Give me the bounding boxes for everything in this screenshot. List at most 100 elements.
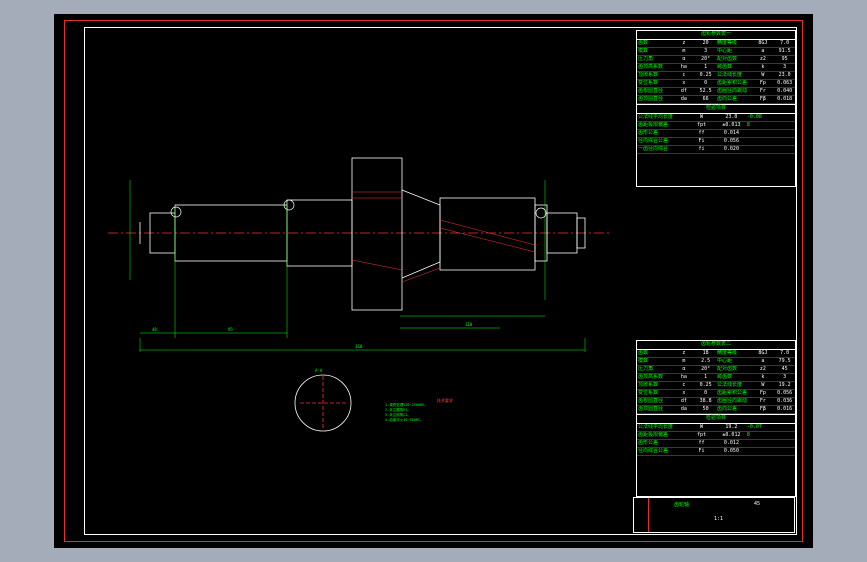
table-cell: 8GJ	[758, 40, 768, 46]
gear-table-1-subtitle: 检验项目	[637, 104, 795, 114]
overall-length-label: 360	[355, 344, 363, 349]
table-cell: 95	[781, 56, 788, 62]
table-cell: 0	[704, 80, 708, 86]
table-cell: 齿距极限偏差	[638, 432, 669, 438]
table-cell: 齿数	[638, 40, 649, 46]
table-cell: 齿距累积公差	[717, 80, 748, 86]
table-cell: 7.0	[780, 40, 790, 46]
table-cell: z2	[759, 56, 766, 62]
table-cell: 3	[704, 48, 708, 54]
table-row: 模数 m 2.5 中心距 a 79.5	[637, 358, 795, 366]
part-name: 齿轮轴	[674, 502, 690, 508]
table-cell: 模数	[638, 358, 649, 364]
gear-table-2-rows: 齿数 z 18 精度等级 8GJ 7.0 模数 m 2.5 中心距 a 79.5 压力角 α 20° 配对齿数…	[637, 350, 795, 414]
dimensions	[129, 180, 586, 352]
table-cell: 0.036	[777, 398, 793, 404]
gear-table-2: 齿轮参数表二 齿数 z 18 精度等级 8GJ 7.0 模数 m 2.5 中心距 a 79.5 压力角 α…	[636, 340, 796, 497]
table-cell: x	[682, 390, 686, 396]
table-cell: 公法线长度	[717, 382, 743, 388]
table-cell: 模数	[638, 48, 649, 54]
table-cell: 配对齿数	[717, 56, 738, 62]
material-value: 45	[754, 501, 761, 507]
table-cell	[746, 440, 795, 447]
table-cell: ±0.012	[722, 432, 741, 438]
table-cell: 38.8	[699, 398, 712, 404]
scale-value: 1:1	[714, 516, 724, 522]
table-cell: Fi	[698, 448, 705, 454]
table-row: 模数 m 3 中心距 a 91.5	[637, 48, 795, 56]
table-cell: W	[761, 382, 765, 388]
table-cell: 91.5	[778, 48, 791, 54]
table-row: 顶隙系数 c 0.25 公法线长度 W 19.2	[637, 382, 795, 390]
table-cell: 19.2	[725, 424, 738, 430]
table-row: 齿根圆直径 df 38.8 齿圈径向跳动 Fr 0.036	[637, 398, 795, 406]
table-cell: 压力角	[638, 366, 654, 372]
table-cell: Fi	[698, 138, 705, 144]
table-cell: c	[682, 382, 686, 388]
table-cell: 公法线长度	[717, 72, 743, 78]
seg1-label: 48	[152, 327, 157, 332]
table-cell: 3	[783, 374, 787, 380]
table-row: 齿距极限偏差 fpt ±0.013 8	[637, 122, 795, 130]
table-row: 压力角 α 20° 配对齿数 z2 45	[637, 366, 795, 374]
gear-table-1: 齿轮参数表一 齿数 z 20 精度等级 8GJ 7.0 模数 m 3 中心距 a 91.5 压力角 α 20…	[636, 30, 796, 187]
table-cell: Fr	[759, 398, 766, 404]
table-cell: 一齿径向综合	[638, 146, 669, 152]
table-cell: k	[761, 64, 765, 70]
table-cell: 45	[781, 366, 788, 372]
section-view	[294, 374, 352, 432]
gear-table-1-check-rows: 公法线平均长度 W 23.0 -0.08 齿距极限偏差 fpt ±0.013 8 齿形公差 ff 0…	[637, 114, 795, 154]
table-cell: W	[761, 72, 765, 78]
table-row: 齿顶高系数 ha 1 跨齿数 k 3	[637, 64, 795, 72]
table-row: 齿顶高系数 ha 1 跨齿数 k 3	[637, 374, 795, 382]
table-cell: 齿顶高系数	[638, 374, 664, 380]
table-cell: 79.5	[778, 358, 791, 364]
table-row: 齿形公差 ff 0.014	[637, 130, 795, 138]
table-cell: c	[682, 72, 686, 78]
table-cell: ff	[698, 440, 705, 446]
table-row: 一齿径向综合 fi 0.020	[637, 146, 795, 154]
table-cell: 20°	[701, 366, 711, 372]
table-cell: 20	[702, 40, 709, 46]
table-cell: 20°	[701, 56, 711, 62]
table-cell: 0	[704, 390, 708, 396]
gear-table-1-title: 齿轮参数表一	[637, 31, 795, 40]
table-cell: 齿数	[638, 350, 649, 356]
table-cell: α	[682, 366, 686, 372]
table-cell: 公法线平均长度	[638, 424, 674, 430]
table-row: 齿数 z 18 精度等级 8GJ 7.0	[637, 350, 795, 358]
table-cell: 23.0	[778, 72, 791, 78]
table-row: 径向综合公差 Fi 0.056	[637, 138, 795, 146]
table-cell: 50	[702, 406, 709, 412]
table-cell: 变位系数	[638, 80, 659, 86]
table-cell: 齿圈径向跳动	[717, 398, 748, 404]
table-cell: 1	[704, 374, 708, 380]
table-cell	[746, 138, 795, 145]
table-cell: 0.040	[777, 88, 793, 94]
detail-callouts	[170, 199, 547, 219]
table-cell: 齿距累积公差	[717, 390, 748, 396]
table-cell	[746, 448, 795, 455]
table-row: 齿形公差 ff 0.012	[637, 440, 795, 448]
table-cell: 顶隙系数	[638, 72, 659, 78]
table-cell: 齿根圆直径	[638, 88, 664, 94]
table-cell: 7.0	[780, 350, 790, 356]
table-cell: 8GJ	[758, 350, 768, 356]
table-cell: m	[682, 48, 686, 54]
table-row: 齿顶圆直径 da 50 齿向公差 Fβ 0.016	[637, 406, 795, 414]
table-cell: 0.25	[699, 382, 712, 388]
table-cell: Fβ	[759, 96, 766, 102]
table-row: 公法线平均长度 W 19.2 -0.07	[637, 424, 795, 432]
table-cell: 0.012	[723, 440, 739, 446]
table-cell: 0.050	[723, 448, 739, 454]
table-cell: 0.056	[777, 390, 793, 396]
table-cell: 齿顶高系数	[638, 64, 664, 70]
seg2-label: 95	[228, 327, 233, 332]
table-cell: Fβ	[759, 406, 766, 412]
table-cell: a	[761, 358, 765, 364]
gear-table-2-subtitle: 检验项目	[637, 414, 795, 424]
table-cell: da	[680, 406, 687, 412]
table-cell: 径向综合公差	[638, 138, 669, 144]
table-cell: 压力角	[638, 56, 654, 62]
table-cell: 精度等级	[717, 350, 738, 356]
